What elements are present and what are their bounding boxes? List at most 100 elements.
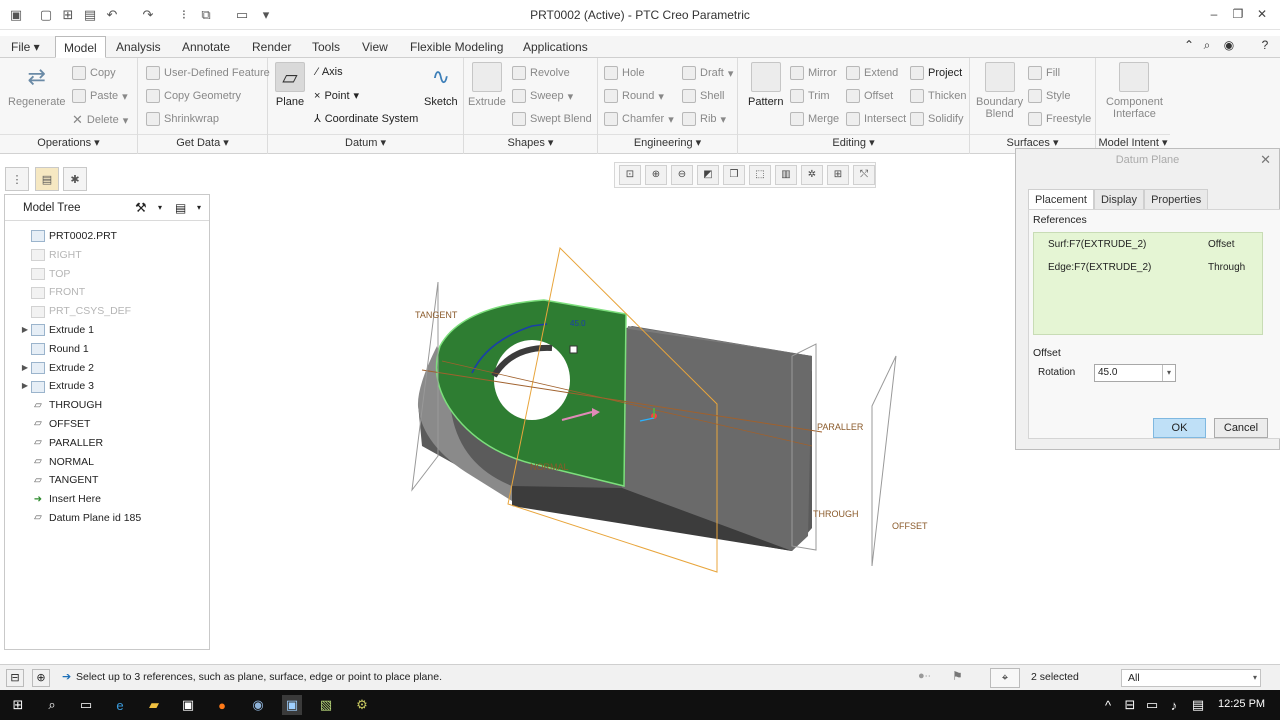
- group-label-editing[interactable]: Editing ▾: [738, 134, 969, 150]
- tab-annotate[interactable]: Annotate: [174, 36, 238, 58]
- store-icon[interactable]: ▣: [178, 695, 198, 715]
- tree-filter-dropdown-icon[interactable]: ▾: [197, 195, 201, 221]
- hole-button[interactable]: Hole: [604, 66, 645, 80]
- dialog-title-bar[interactable]: Datum Plane ✕: [1016, 149, 1279, 171]
- reference-row[interactable]: Edge:F7(EXTRUDE_2) Through: [1048, 262, 1245, 273]
- extrude-button[interactable]: Extrude: [468, 62, 506, 108]
- reference-type[interactable]: Offset: [1208, 239, 1268, 250]
- group-label-shapes[interactable]: Shapes ▾: [464, 134, 597, 150]
- spin-center-icon[interactable]: ⤲: [853, 165, 875, 185]
- tab-properties[interactable]: Properties: [1144, 189, 1209, 209]
- zoom-in-icon[interactable]: ⊕: [645, 165, 667, 185]
- swept-blend-button[interactable]: Swept Blend: [512, 112, 592, 126]
- references-list[interactable]: Surf:F7(EXTRUDE_2) Offset Edge:F7(EXTRUDE_…: [1033, 232, 1263, 335]
- tree-settings-dropdown-icon[interactable]: ▾: [158, 195, 162, 221]
- expand-icon[interactable]: ▶: [19, 377, 31, 396]
- tree-filter-icon[interactable]: ▤: [175, 195, 186, 221]
- tree-settings-icon[interactable]: ⚒: [135, 195, 147, 221]
- tree-item[interactable]: PRT_CSYS_DEF: [5, 302, 209, 321]
- style-button[interactable]: Style: [1028, 89, 1070, 103]
- tree-item[interactable]: RIGHT: [5, 246, 209, 265]
- annotation-display-icon[interactable]: ⊞: [827, 165, 849, 185]
- tree-item[interactable]: ▱ OFFSET: [5, 415, 209, 434]
- close-button[interactable]: ✕: [1251, 4, 1273, 24]
- group-label-get-data[interactable]: Get Data ▾: [138, 134, 267, 150]
- datum-plane-offset[interactable]: [871, 355, 897, 567]
- zoom-out-icon[interactable]: ⊖: [671, 165, 693, 185]
- filter-dropdown-icon[interactable]: ▾: [1253, 670, 1257, 686]
- expand-icon[interactable]: ▶: [19, 359, 31, 378]
- taskbar-search-icon[interactable]: ⌕: [42, 695, 62, 715]
- help-icon[interactable]: ?: [1256, 36, 1274, 54]
- search-icon[interactable]: ⌕: [1198, 36, 1216, 54]
- repaint-icon[interactable]: ◩: [697, 165, 719, 185]
- firefox-icon[interactable]: ●: [212, 695, 232, 715]
- datum-display-icon[interactable]: ✲: [801, 165, 823, 185]
- round-button[interactable]: Round ▾: [604, 89, 664, 103]
- notifications-icon[interactable]: ▤: [1188, 695, 1208, 715]
- expand-icon[interactable]: ▶: [19, 321, 31, 340]
- thicken-button[interactable]: Thicken: [910, 89, 967, 103]
- browser-toggle-icon[interactable]: ⊕: [32, 669, 50, 687]
- delete-button[interactable]: ✕ Delete ▾: [72, 112, 128, 128]
- file-explorer-icon[interactable]: ▰: [144, 695, 164, 715]
- csys-button[interactable]: ⅄ Coordinate System: [314, 112, 418, 126]
- minimize-button[interactable]: –: [1203, 4, 1225, 24]
- reference-row[interactable]: Surf:F7(EXTRUDE_2) Offset: [1048, 239, 1235, 250]
- sweep-button[interactable]: Sweep ▾: [512, 89, 573, 103]
- tree-item[interactable]: ▱ TANGENT: [5, 471, 209, 490]
- dialog-close-icon[interactable]: ✕: [1260, 149, 1271, 171]
- sketch-button[interactable]: ∿ Sketch: [424, 62, 458, 108]
- tree-item[interactable]: ▱ PARALLER: [5, 434, 209, 453]
- tab-file[interactable]: File ▾: [3, 36, 48, 58]
- flag-icon[interactable]: ⚑: [952, 669, 963, 683]
- copy-button[interactable]: Copy: [72, 66, 116, 80]
- app-icon-3[interactable]: ⚙: [352, 695, 372, 715]
- start-icon[interactable]: ⊞: [8, 695, 28, 715]
- edge-browser-icon[interactable]: e: [110, 695, 130, 715]
- mirror-button[interactable]: Mirror: [790, 66, 837, 80]
- creo-taskbar-icon[interactable]: ▣: [282, 695, 302, 715]
- fill-button[interactable]: Fill: [1028, 66, 1060, 80]
- axis-button[interactable]: ⁄ Axis: [316, 66, 343, 78]
- tree-item[interactable]: ➜ Insert Here: [5, 490, 209, 509]
- copy-geometry-button[interactable]: Copy Geometry: [146, 89, 241, 103]
- draft-button[interactable]: Draft ▾: [682, 66, 733, 80]
- app-icon-1[interactable]: ◉: [248, 695, 268, 715]
- tab-model[interactable]: Model: [55, 36, 106, 58]
- refit-icon[interactable]: ⊡: [619, 165, 641, 185]
- navigator-toggle-icon[interactable]: ⊟: [6, 669, 24, 687]
- tree-item[interactable]: ▶ Extrude 1: [5, 321, 209, 340]
- tree-item[interactable]: ▶ Extrude 2: [5, 359, 209, 378]
- tab-analysis[interactable]: Analysis: [108, 36, 169, 58]
- offset-button[interactable]: Offset: [846, 89, 893, 103]
- battery-icon[interactable]: ▭: [1142, 695, 1162, 715]
- network-icon[interactable]: ⊟: [1120, 695, 1140, 715]
- tab-applications[interactable]: Applications: [515, 36, 596, 58]
- chevron-down-icon[interactable]: ▾: [1162, 365, 1175, 381]
- revolve-button[interactable]: Revolve: [512, 66, 570, 80]
- tray-chevron-icon[interactable]: ^: [1098, 695, 1118, 715]
- favorites-tab-icon[interactable]: ✱: [63, 167, 87, 191]
- merge-button[interactable]: Merge: [790, 112, 839, 126]
- tab-placement[interactable]: Placement: [1028, 189, 1094, 209]
- component-interface-button[interactable]: Component Interface: [1106, 62, 1163, 120]
- freestyle-button[interactable]: Freestyle: [1028, 112, 1091, 126]
- project-button[interactable]: Project: [910, 66, 962, 80]
- angle-value[interactable]: 45.0: [570, 319, 586, 328]
- shrinkwrap-button[interactable]: Shrinkwrap: [146, 112, 219, 126]
- view-manager-icon[interactable]: ▥: [775, 165, 797, 185]
- taskbar-clock[interactable]: 12:25 PM: [1218, 698, 1265, 710]
- boundary-blend-button[interactable]: Boundary Blend: [976, 62, 1023, 120]
- saved-orientations-icon[interactable]: ⬚: [749, 165, 771, 185]
- tab-tools[interactable]: Tools: [304, 36, 348, 58]
- restore-button[interactable]: ❐: [1227, 4, 1249, 24]
- plane-button[interactable]: ▱ Plane: [272, 60, 308, 112]
- app-icon-2[interactable]: ▧: [316, 695, 336, 715]
- pattern-button[interactable]: Pattern: [748, 62, 783, 108]
- tree-item[interactable]: TOP: [5, 265, 209, 284]
- community-icon[interactable]: ◉: [1220, 36, 1238, 54]
- tab-flexible-modeling[interactable]: Flexible Modeling: [402, 36, 511, 58]
- tree-item[interactable]: FRONT: [5, 283, 209, 302]
- tab-display[interactable]: Display: [1093, 189, 1145, 209]
